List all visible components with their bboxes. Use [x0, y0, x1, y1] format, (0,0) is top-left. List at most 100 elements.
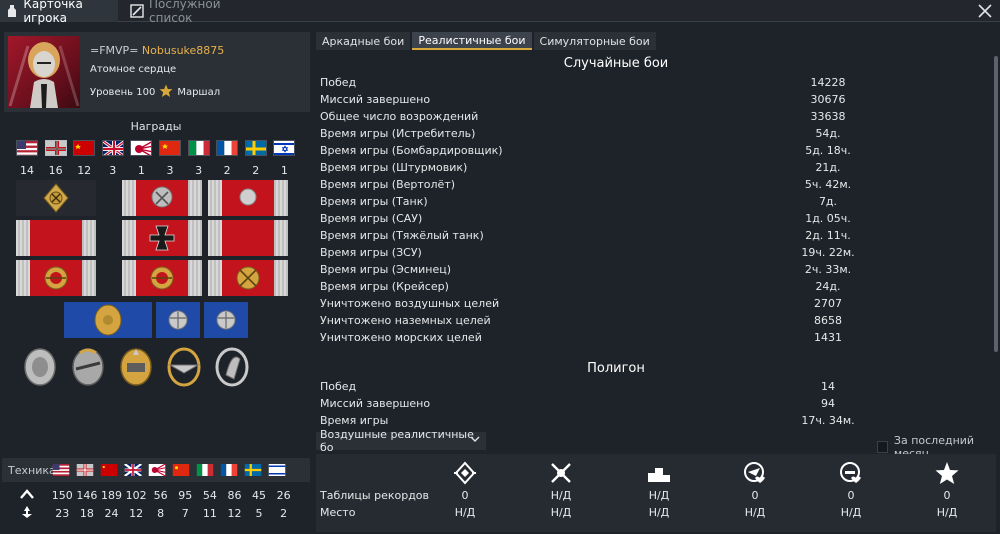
- close-icon[interactable]: [976, 2, 994, 20]
- leaderboard-cell: 0: [847, 489, 855, 502]
- tech-elite-row: 23 18 24 12 8 7 11 12 5 2: [20, 505, 296, 522]
- leaderboard-cell: 0: [751, 489, 759, 502]
- stat-row: Общее число возрождений 33638: [320, 110, 880, 127]
- flag-ussr-icon[interactable]: [100, 464, 118, 476]
- flag-italy-icon[interactable]: [187, 140, 210, 156]
- leaderboard-cell: Н/Д: [840, 506, 862, 519]
- tab-player-card[interactable]: Карточка игрока: [0, 0, 118, 25]
- stat-value: 30676: [810, 93, 846, 106]
- stats-scrollbar[interactable]: [994, 56, 998, 352]
- stat-row: Побед 14: [320, 380, 880, 397]
- tab-arcade[interactable]: Аркадные бои: [316, 32, 411, 50]
- stat-label: Время игры (Вертолёт): [320, 178, 456, 191]
- stat-label: Миссий завершено: [320, 397, 431, 410]
- stat-label: Время игры (Штурмовик): [320, 161, 468, 174]
- flag-israel-icon[interactable]: [273, 140, 296, 156]
- stat-row: Время игры (Танк) 7д.: [320, 195, 880, 212]
- flag-sweden-icon[interactable]: [244, 140, 267, 156]
- award-ribbon[interactable]: [16, 220, 96, 256]
- badge-icon[interactable]: [214, 345, 250, 389]
- stat-row: Побед 14228: [320, 76, 880, 93]
- tech-elite-count: 12: [227, 507, 242, 520]
- stat-label: Уничтожено морских целей: [320, 331, 482, 344]
- tech-header: Техника: [2, 458, 310, 482]
- badge-icon[interactable]: [118, 345, 154, 389]
- stat-value: 2д. 11ч.: [805, 229, 851, 242]
- tech-elite-count: 23: [55, 507, 70, 520]
- star-icon: [934, 460, 960, 486]
- leaderboard-mode-dropdown[interactable]: Воздушные реалистичные бо: [316, 428, 486, 454]
- stat-row: Время игры (Крейсер) 24д.: [320, 280, 880, 297]
- tab-service-record-label: Послужной список: [149, 0, 221, 25]
- award-ribbon[interactable]: [208, 220, 288, 256]
- tech-owned-count: 150: [51, 489, 73, 502]
- flag-china-icon[interactable]: [158, 140, 181, 156]
- award-ribbon[interactable]: [64, 302, 152, 338]
- stat-row: Время игры (Штурмовик) 21д.: [320, 161, 880, 178]
- award-ribbon[interactable]: [208, 180, 288, 216]
- level-text: Уровень 100: [90, 87, 156, 98]
- flag-usa-icon[interactable]: [52, 464, 70, 476]
- stat-value: 5д. 18ч.: [805, 144, 851, 157]
- award-ribbon[interactable]: [208, 260, 288, 296]
- award-count: 2: [223, 164, 231, 177]
- award-ribbon[interactable]: [16, 260, 96, 296]
- stat-row: Время игры (САУ) 1д. 05ч.: [320, 212, 880, 229]
- badge-icon[interactable]: [22, 345, 58, 389]
- flag-britain-icon[interactable]: [124, 464, 142, 476]
- stat-label: Уничтожено воздушных целей: [320, 297, 500, 310]
- flag-usa-icon[interactable]: [16, 140, 38, 156]
- badge-icon[interactable]: [166, 345, 202, 389]
- avatar[interactable]: [8, 36, 80, 108]
- award-ribbon[interactable]: [156, 302, 200, 338]
- award-ribbon[interactable]: [122, 180, 202, 216]
- flag-germany-icon[interactable]: [76, 464, 94, 476]
- stat-label: Время игры (САУ): [320, 212, 423, 225]
- flag-france-icon[interactable]: [216, 140, 239, 156]
- owned-vehicles-icon: [20, 488, 34, 503]
- flag-ussr-icon[interactable]: [73, 140, 96, 156]
- award-ribbon[interactable]: [204, 302, 248, 338]
- tech-elite-count: 5: [255, 507, 263, 520]
- tab-realistic[interactable]: Реалистичные бои: [412, 32, 532, 50]
- player-level: Уровень 100 Маршал: [90, 84, 220, 101]
- tech-elite-count: 11: [202, 507, 217, 520]
- flag-israel-icon[interactable]: [268, 464, 286, 476]
- stat-row: Время игры (Бомбардировщик) 5д. 18ч.: [320, 144, 880, 161]
- squadron-tag[interactable]: =FMVP=: [90, 44, 138, 57]
- flag-britain-icon[interactable]: [101, 140, 124, 156]
- awards-nation-filter: [16, 140, 296, 156]
- tech-elite-count: 8: [157, 507, 165, 520]
- leaderboard-panel: Таблицы рекордов Место 0 Н/Д Н/Д 0 0 0 Н…: [316, 454, 996, 532]
- award-ribbon[interactable]: [16, 180, 96, 216]
- award-ribbon[interactable]: [122, 260, 202, 296]
- award-count: 2: [252, 164, 260, 177]
- flag-france-icon[interactable]: [220, 464, 238, 476]
- stat-label: Время игры (Тяжёлый танк): [320, 229, 484, 242]
- tech-elite-count: 24: [104, 507, 119, 520]
- flag-china-icon[interactable]: [172, 464, 190, 476]
- tab-simulator[interactable]: Симуляторные бои: [533, 32, 656, 50]
- stat-label: Время игры (Эсминец): [320, 263, 452, 276]
- stats-panel[interactable]: Случайные бои Побед 14228 Миссий завершено…: [316, 52, 996, 430]
- leaderboard-cell: 0: [943, 489, 951, 502]
- flag-germany-icon[interactable]: [44, 140, 67, 156]
- flag-japan-icon[interactable]: [130, 140, 153, 156]
- stat-value: 14: [821, 380, 835, 393]
- award-count: 3: [109, 164, 117, 177]
- tech-nation-flags: [52, 464, 286, 476]
- award-ribbon[interactable]: [122, 220, 202, 256]
- rank-text: Маршал: [177, 87, 221, 98]
- leaderboard-row-label: Место: [320, 506, 356, 519]
- awards-title: Награды: [130, 120, 182, 133]
- badge-icon[interactable]: [70, 345, 106, 389]
- flag-japan-icon[interactable]: [148, 464, 166, 476]
- tech-owned-count: 56: [153, 489, 168, 502]
- tech-owned-count: 102: [125, 489, 147, 502]
- stat-label: Побед: [320, 76, 357, 89]
- leaderboard-cell: Н/Д: [550, 489, 572, 502]
- last-month-checkbox[interactable]: [877, 441, 888, 453]
- flag-italy-icon[interactable]: [196, 464, 214, 476]
- tab-service-record[interactable]: Послужной список: [124, 0, 264, 25]
- flag-sweden-icon[interactable]: [244, 464, 262, 476]
